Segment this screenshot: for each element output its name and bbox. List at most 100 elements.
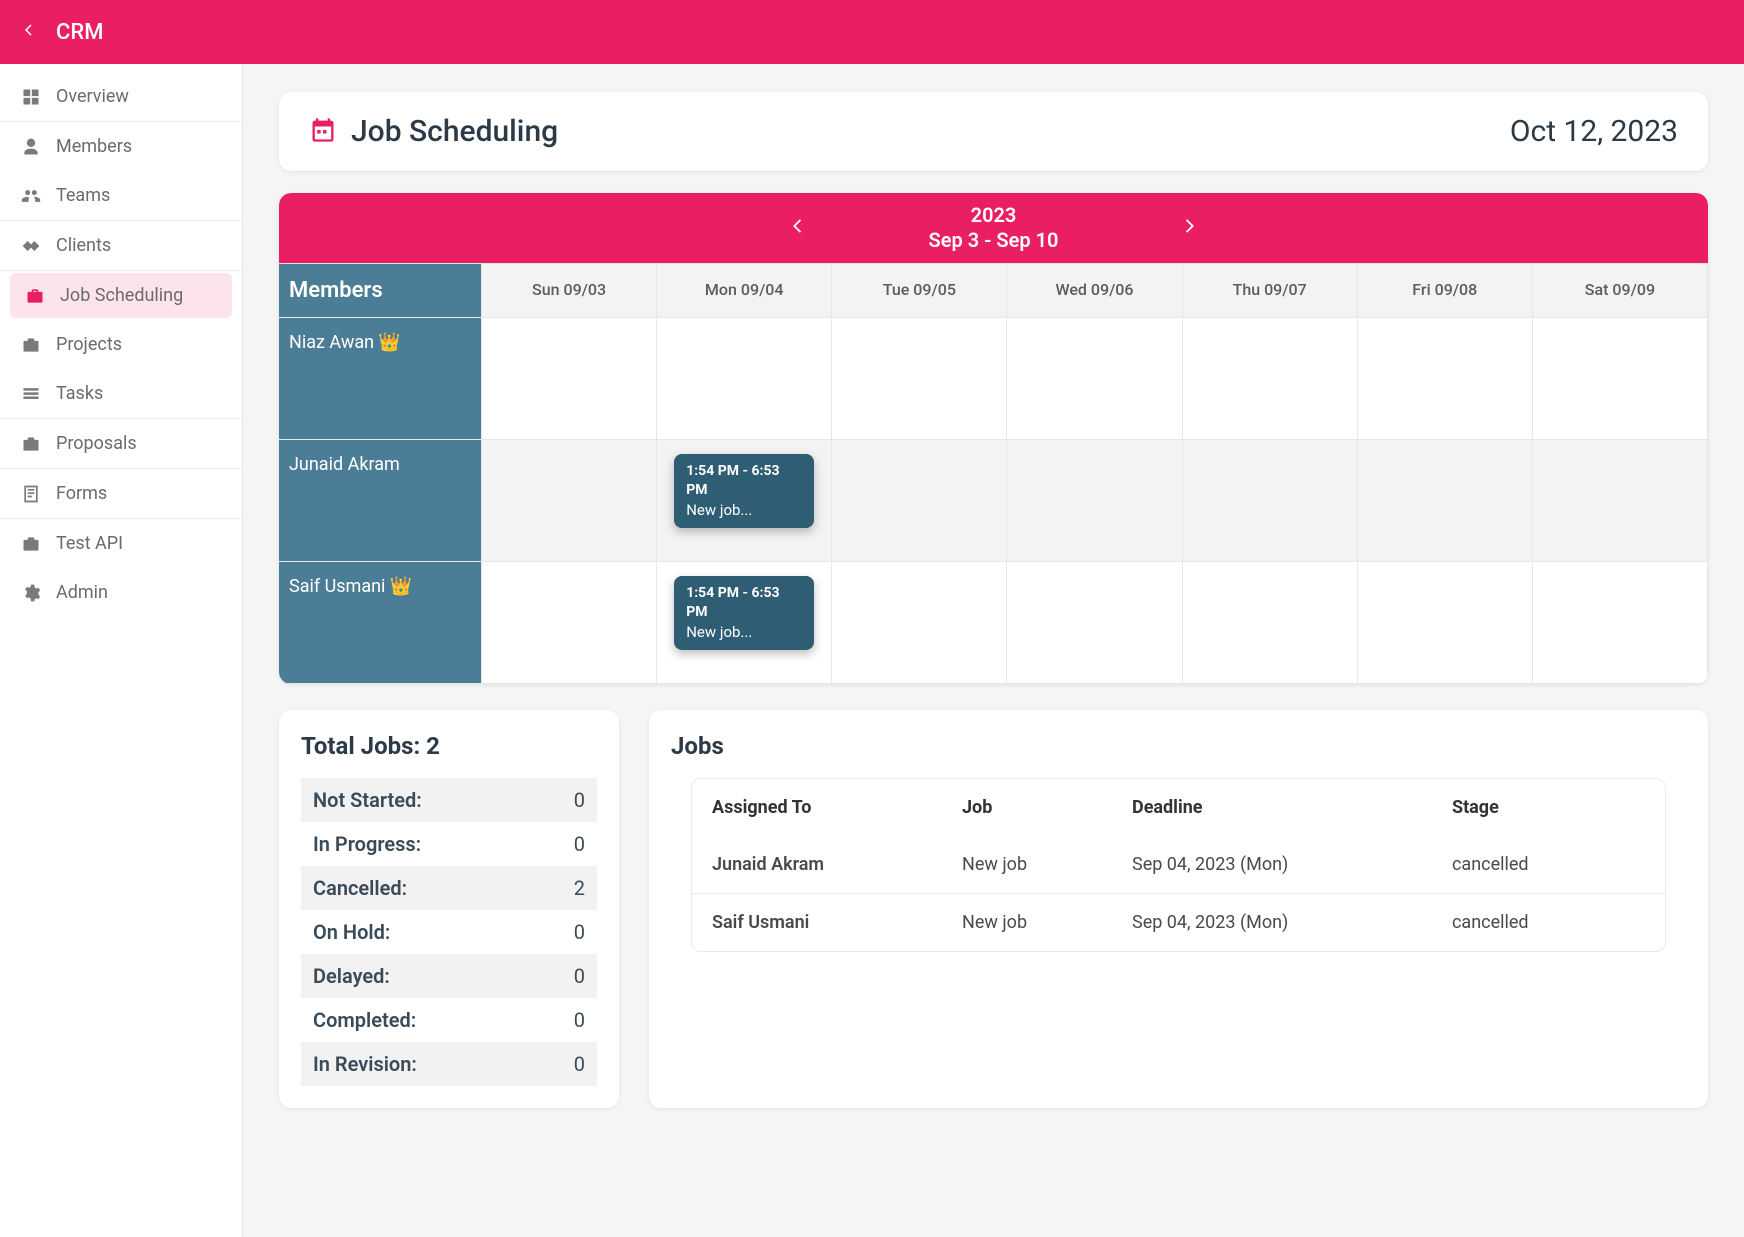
week-nav: 2023 Sep 3 - Sep 10 bbox=[279, 193, 1708, 263]
stat-label: Delayed: bbox=[313, 964, 390, 988]
handshake-icon bbox=[20, 236, 42, 256]
sidebar-item-test-api[interactable]: Test API bbox=[0, 519, 242, 568]
schedule-cell[interactable] bbox=[832, 318, 1007, 440]
schedule-cell[interactable] bbox=[1358, 562, 1533, 684]
jobs-table: Assigned To Job Deadline Stage Junaid Ak… bbox=[691, 778, 1666, 952]
sidebar-item-label: Clients bbox=[56, 235, 111, 256]
stat-label: Cancelled: bbox=[313, 876, 407, 900]
schedule-cell[interactable] bbox=[1007, 318, 1182, 440]
stat-line: Delayed: 0 bbox=[301, 954, 597, 998]
week-nav-year: 2023 bbox=[929, 203, 1059, 228]
briefcase-icon bbox=[24, 286, 46, 306]
job-assigned: Saif Usmani bbox=[692, 894, 942, 951]
calendar-icon bbox=[309, 116, 337, 148]
sidebar-item-projects[interactable]: Projects bbox=[0, 320, 242, 369]
schedule-cell[interactable] bbox=[1533, 562, 1708, 684]
stats-title: Total Jobs: 2 bbox=[301, 732, 597, 760]
crown-icon: 👑 bbox=[378, 332, 400, 353]
sidebar-item-label: Admin bbox=[56, 582, 108, 603]
schedule-cell[interactable]: 1:54 PM - 6:53 PMNew job... bbox=[657, 562, 832, 684]
schedule-cell[interactable] bbox=[832, 440, 1007, 562]
briefcase-gear-icon bbox=[20, 335, 42, 355]
sidebar-item-label: Projects bbox=[56, 334, 122, 355]
member-name[interactable]: Niaz Awan👑 bbox=[279, 318, 482, 440]
schedule-cell[interactable]: 1:54 PM - 6:53 PMNew job... bbox=[657, 440, 832, 562]
chevron-left-icon[interactable] bbox=[787, 215, 809, 241]
schedule-row: Niaz Awan👑 bbox=[279, 318, 1708, 440]
page-header: Job Scheduling Oct 12, 2023 bbox=[279, 92, 1708, 171]
job-stage: cancelled bbox=[1432, 894, 1665, 951]
sidebar-item-proposals[interactable]: Proposals bbox=[0, 419, 242, 468]
day-header: Sat 09/09 bbox=[1533, 264, 1708, 318]
schedule-cell[interactable] bbox=[1007, 440, 1182, 562]
schedule-cell[interactable] bbox=[657, 318, 832, 440]
form-icon bbox=[20, 484, 42, 504]
people-icon bbox=[20, 186, 42, 206]
member-name[interactable]: Saif Usmani👑 bbox=[279, 562, 482, 684]
schedule-grid: Members Sun 09/03 Mon 09/04 Tue 09/05 We… bbox=[279, 263, 1708, 684]
page-title: Job Scheduling bbox=[351, 114, 558, 149]
sidebar-item-teams[interactable]: Teams bbox=[0, 171, 242, 220]
person-icon bbox=[20, 137, 42, 157]
sidebar-item-clients[interactable]: Clients bbox=[0, 221, 242, 270]
job-name: New job bbox=[942, 836, 1112, 893]
stat-line: Cancelled:2 bbox=[301, 866, 597, 910]
briefcase-doc-icon bbox=[20, 434, 42, 454]
job-chip[interactable]: 1:54 PM - 6:53 PMNew job... bbox=[674, 576, 814, 650]
job-assigned: Junaid Akram bbox=[692, 836, 942, 893]
day-header: Tue 09/05 bbox=[832, 264, 1007, 318]
job-chip[interactable]: 1:54 PM - 6:53 PMNew job... bbox=[674, 454, 814, 528]
crown-icon: 👑 bbox=[389, 576, 411, 597]
jobs-table-row[interactable]: Junaid AkramNew jobSep 04, 2023 (Mon)can… bbox=[692, 836, 1665, 893]
stat-line: Not Started: 0 bbox=[301, 778, 597, 822]
jobs-table-row[interactable]: Saif UsmaniNew jobSep 04, 2023 (Mon)canc… bbox=[692, 893, 1665, 951]
topbar: CRM bbox=[0, 0, 1744, 64]
schedule-cell[interactable] bbox=[1533, 440, 1708, 562]
sidebar: Overview Members Teams Clients Job Sched… bbox=[0, 64, 243, 1237]
stat-line: In Revision:0 bbox=[301, 1042, 597, 1086]
schedule-cell[interactable] bbox=[482, 440, 657, 562]
member-name[interactable]: Junaid Akram bbox=[279, 440, 482, 562]
schedule-cell[interactable] bbox=[1007, 562, 1182, 684]
stat-line: Completed:0 bbox=[301, 998, 597, 1042]
sidebar-item-tasks[interactable]: Tasks bbox=[0, 369, 242, 418]
schedule-cell[interactable] bbox=[482, 562, 657, 684]
schedule-cell[interactable] bbox=[1533, 318, 1708, 440]
sidebar-item-label: Job Scheduling bbox=[60, 285, 183, 306]
jobs-col-deadline: Deadline bbox=[1112, 779, 1432, 836]
gear-icon bbox=[20, 583, 42, 603]
schedule-cell[interactable] bbox=[1183, 440, 1358, 562]
stat-label: Not Started: bbox=[313, 788, 422, 812]
sidebar-item-admin[interactable]: Admin bbox=[0, 568, 242, 617]
stat-value: 0 bbox=[574, 964, 585, 988]
schedule-grid-header: Members Sun 09/03 Mon 09/04 Tue 09/05 We… bbox=[279, 264, 1708, 318]
sidebar-item-label: Tasks bbox=[56, 383, 103, 404]
schedule-cell[interactable] bbox=[1183, 562, 1358, 684]
job-deadline: Sep 04, 2023 (Mon) bbox=[1112, 836, 1432, 893]
chevron-right-icon[interactable] bbox=[1178, 215, 1200, 241]
day-header: Wed 09/06 bbox=[1007, 264, 1182, 318]
job-chip-title: New job... bbox=[686, 500, 802, 520]
sidebar-item-overview[interactable]: Overview bbox=[0, 72, 242, 121]
sidebar-item-label: Overview bbox=[56, 86, 129, 107]
stat-label: Completed: bbox=[313, 1008, 416, 1032]
schedule-row: Junaid Akram 1:54 PM - 6:53 PMNew job... bbox=[279, 440, 1708, 562]
day-header: Mon 09/04 bbox=[657, 264, 832, 318]
stat-value: 0 bbox=[574, 788, 585, 812]
briefcase-api-icon bbox=[20, 534, 42, 554]
stat-value: 0 bbox=[574, 1052, 585, 1076]
back-icon[interactable] bbox=[20, 21, 38, 43]
stat-line: On Hold:0 bbox=[301, 910, 597, 954]
sidebar-item-forms[interactable]: Forms bbox=[0, 469, 242, 518]
header-date: Oct 12, 2023 bbox=[1510, 114, 1678, 149]
schedule-cell[interactable] bbox=[1183, 318, 1358, 440]
sidebar-item-job-scheduling[interactable]: Job Scheduling bbox=[10, 273, 232, 318]
schedule-cell[interactable] bbox=[1358, 440, 1533, 562]
stats-card: Total Jobs: 2 Not Started:0In Progress:0… bbox=[279, 710, 619, 1108]
schedule-cell[interactable] bbox=[832, 562, 1007, 684]
schedule-cell[interactable] bbox=[1358, 318, 1533, 440]
schedule-row: Saif Usmani👑 1:54 PM - 6:53 PMNew job... bbox=[279, 562, 1708, 684]
schedule-cell[interactable] bbox=[482, 318, 657, 440]
members-header: Members bbox=[279, 264, 482, 318]
sidebar-item-members[interactable]: Members bbox=[0, 122, 242, 171]
